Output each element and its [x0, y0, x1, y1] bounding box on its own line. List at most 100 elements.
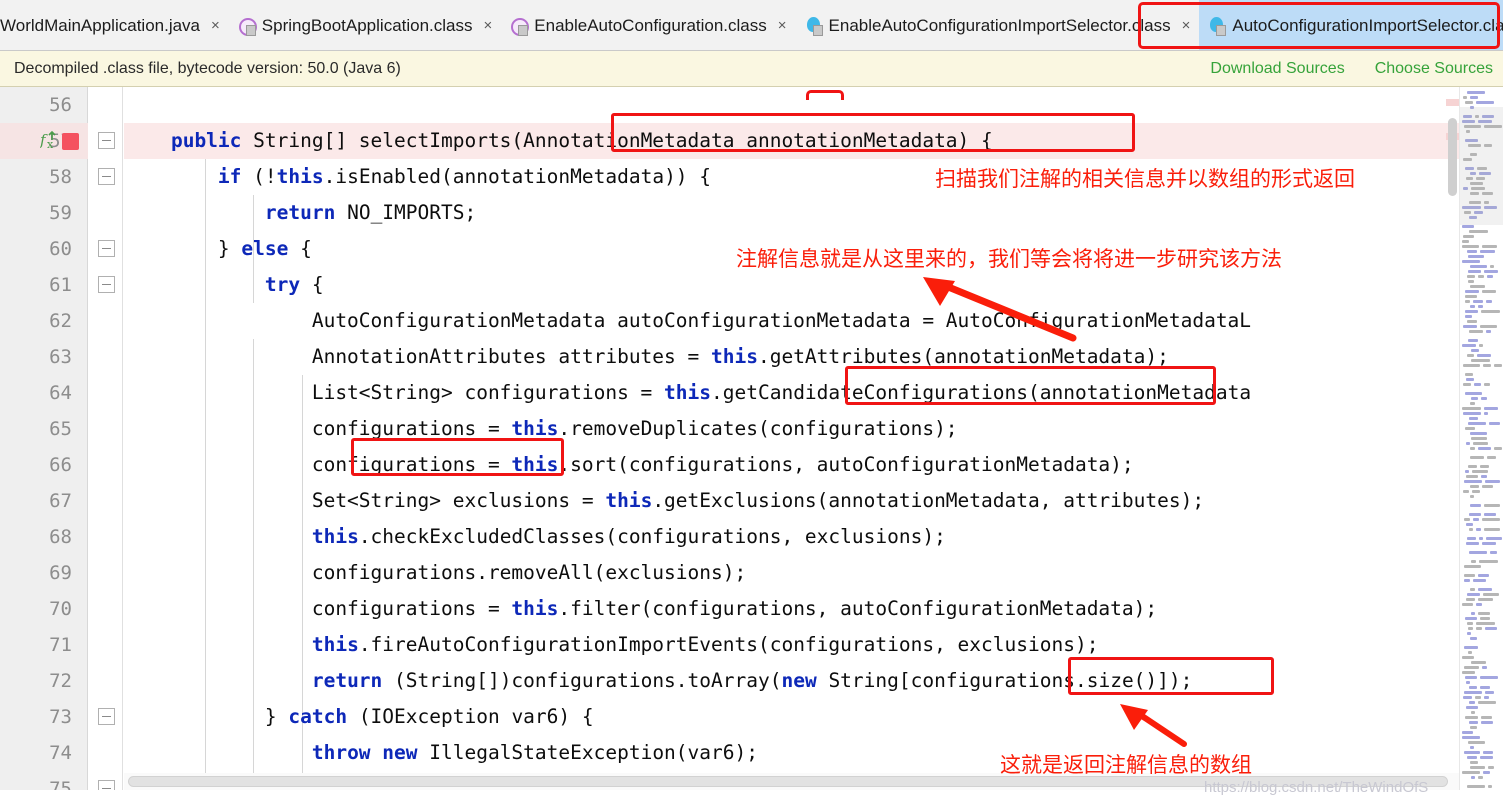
minimap-code-line: [1471, 661, 1486, 664]
code-text[interactable]: AnnotationAttributes attributes = this.g…: [124, 339, 1169, 375]
minimap-code-line: [1478, 305, 1483, 308]
fold-marker-61[interactable]: [98, 276, 115, 299]
method-override-icon[interactable]: f x: [40, 130, 60, 150]
minimap-code-line: [1465, 315, 1472, 318]
minimap-code-line: [1471, 711, 1475, 714]
minimap-code-line: [1488, 785, 1492, 788]
line-number: 64: [49, 382, 72, 404]
minimap-code-line: [1465, 716, 1478, 719]
minimap-code-line: [1466, 475, 1478, 478]
minimap-code-line: [1468, 270, 1481, 273]
minimap-code-line: [1466, 378, 1474, 381]
minimap-code-line: [1469, 528, 1473, 531]
code-text[interactable]: } catch (IOException var6) {: [124, 699, 594, 735]
breakpoint-icon[interactable]: [62, 133, 79, 150]
minimap-viewport-thumb[interactable]: [1460, 107, 1503, 225]
fold-marker-75[interactable]: [98, 780, 115, 790]
scrollbar-marker: [1446, 99, 1459, 106]
tab-worldmainapplication-java[interactable]: WorldMainApplication.java ×: [0, 0, 229, 50]
minimap-code-line: [1477, 354, 1491, 357]
tab-close-icon[interactable]: ×: [1182, 18, 1191, 33]
minimap-code-line: [1484, 504, 1500, 507]
minimap-code-line: [1470, 456, 1484, 459]
minimap-code-line: [1463, 364, 1480, 367]
code-text[interactable]: AutoConfigurationMetadata autoConfigurat…: [124, 303, 1251, 339]
minimap-code-line: [1494, 447, 1502, 450]
minimap-code-line: [1473, 518, 1479, 521]
minimap-code-line: [1480, 617, 1490, 620]
minimap-code-line: [1482, 245, 1497, 248]
code-line-row: 71 this.fireAutoConfigurationImportEvent…: [0, 627, 1503, 663]
minimap-code-line: [1468, 339, 1478, 342]
minimap-code-line: [1464, 666, 1479, 669]
minimap-code-line: [1462, 225, 1474, 228]
code-text[interactable]: configurations = this.removeDuplicates(c…: [124, 411, 958, 447]
minimap-code-line: [1480, 686, 1490, 689]
code-text[interactable]: throw new IllegalStateException(var6);: [124, 735, 758, 771]
tab-close-icon[interactable]: ×: [211, 18, 220, 33]
vertical-scrollbar-thumb[interactable]: [1448, 118, 1457, 196]
minimap-code-line: [1470, 766, 1485, 769]
line-number: 70: [49, 598, 72, 620]
tab-enableautoconfiguration-class[interactable]: EnableAutoConfiguration.class ×: [501, 0, 796, 50]
code-text[interactable]: return (String[])configurations.toArray(…: [124, 663, 1193, 699]
minimap-code-line: [1479, 344, 1483, 347]
minimap-code-line: [1486, 330, 1491, 333]
line-number: 71: [49, 634, 72, 656]
minimap-code-line: [1465, 310, 1478, 313]
code-text[interactable]: if (!this.isEnabled(annotationMetadata))…: [124, 159, 711, 195]
minimap-code-line: [1484, 383, 1490, 386]
minimap-code-line: [1481, 716, 1492, 719]
minimap-code-line: [1482, 542, 1496, 545]
minimap-code-line: [1470, 726, 1477, 729]
tab-springbootapplication-class[interactable]: SpringBootApplication.class ×: [228, 0, 502, 50]
choose-sources-link[interactable]: Choose Sources: [1375, 60, 1493, 78]
code-text[interactable]: List<String> configurations = this.getCa…: [124, 375, 1251, 411]
minimap-code-line: [1462, 407, 1481, 410]
fold-marker-60[interactable]: [98, 240, 115, 257]
minimap-code-line: [1486, 300, 1492, 303]
minimap-code-line: [1465, 392, 1482, 395]
code-text[interactable]: return NO_IMPORTS;: [124, 195, 476, 231]
tab-label: SpringBootApplication.class: [261, 16, 473, 35]
fold-marker-73[interactable]: [98, 708, 115, 725]
code-text[interactable]: configurations = this.sort(configuration…: [124, 447, 1134, 483]
minimap-code-line: [1467, 537, 1476, 540]
minimap-code-line: [1464, 565, 1481, 568]
download-sources-link[interactable]: Download Sources: [1210, 60, 1344, 78]
code-text[interactable]: } else {: [124, 231, 312, 267]
code-text[interactable]: this.checkExcludedClasses(configurations…: [124, 519, 946, 555]
code-text[interactable]: Set<String> exclusions = this.getExclusi…: [124, 483, 1204, 519]
tab-close-icon[interactable]: ×: [484, 18, 493, 33]
minimap-code-line: [1465, 470, 1469, 473]
fold-marker-58[interactable]: [98, 168, 115, 191]
minimap-code-line: [1466, 598, 1475, 601]
minimap-code-line: [1465, 617, 1477, 620]
minimap-code-line: [1478, 612, 1490, 615]
minimap-code-line: [1465, 427, 1475, 430]
minimap-code-line: [1464, 518, 1470, 521]
fold-marker-57[interactable]: [98, 132, 115, 155]
code-minimap[interactable]: [1459, 87, 1503, 790]
minimap-code-line: [1480, 465, 1489, 468]
vertical-scrollbar[interactable]: [1446, 87, 1459, 790]
minimap-code-line: [1485, 691, 1494, 694]
line-number: 74: [49, 742, 72, 764]
minimap-code-line: [1481, 475, 1487, 478]
minimap-code-line: [1470, 305, 1475, 308]
tab-enableautoconfigurationimportselector-class[interactable]: EnableAutoConfigurationImportSelector.cl…: [795, 0, 1200, 50]
tab-close-icon[interactable]: ×: [778, 18, 787, 33]
minimap-code-line: [1463, 235, 1474, 238]
minimap-code-line: [1475, 696, 1481, 699]
code-text[interactable]: configurations = this.filter(configurati…: [124, 591, 1157, 627]
minimap-code-line: [1470, 761, 1478, 764]
code-text[interactable]: try {: [124, 267, 324, 303]
minimap-code-line: [1482, 290, 1496, 293]
code-text[interactable]: public String[] selectImports(Annotation…: [124, 123, 993, 159]
tab-autoconfigurationimportselector-class[interactable]: AutoConfigurationImportSelector.class ×: [1199, 0, 1503, 50]
minimap-code-line: [1463, 490, 1469, 493]
code-text[interactable]: configurations.removeAll(exclusions);: [124, 555, 746, 591]
code-text[interactable]: this.fireAutoConfigurationImportEvents(c…: [124, 627, 1099, 663]
tab-label: EnableAutoConfigurationImportSelector.cl…: [828, 16, 1171, 35]
code-line-row: 57 public String[] selectImports(Annotat…: [0, 123, 1503, 159]
